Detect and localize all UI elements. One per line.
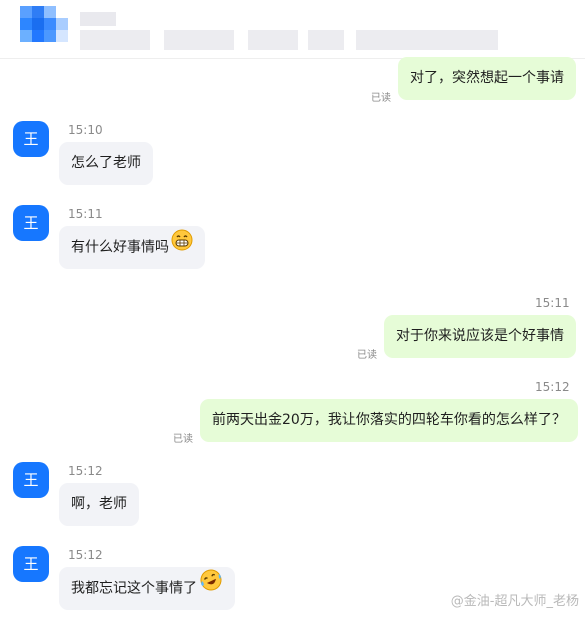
sender-avatar[interactable]: 王 (13, 121, 49, 157)
contact-info-blurred (164, 30, 234, 50)
watermark: @金油-超凡大师_老杨 (450, 594, 579, 609)
contact-info-blurred (248, 30, 298, 50)
message-bubble-incoming[interactable]: 我都忘记这个事情了 (59, 567, 235, 610)
read-status: 已读 (173, 434, 193, 445)
contact-name-blurred (80, 12, 116, 26)
message-bubble-incoming[interactable]: 有什么好事情吗 (59, 226, 205, 269)
message-bubble-outgoing[interactable]: 对了，突然想起一个事请 (398, 57, 576, 100)
chat-header (0, 0, 585, 59)
contact-info-blurred (356, 30, 498, 50)
message-bubble-outgoing[interactable]: 前两天出金20万，我让你落实的四轮车你看的怎么样了？ (200, 399, 578, 442)
message-text: 我都忘记这个事情了 (71, 580, 197, 597)
rofl-face-icon (199, 567, 223, 610)
message-time: 15:12 (68, 464, 103, 478)
message-time: 15:11 (535, 296, 570, 310)
message-bubble-incoming[interactable]: 啊，老师 (59, 483, 139, 526)
sender-avatar[interactable]: 王 (13, 205, 49, 241)
contact-info-blurred (80, 30, 150, 50)
sender-avatar[interactable]: 王 (13, 462, 49, 498)
message-bubble-incoming[interactable]: 怎么了老师 (59, 142, 153, 185)
read-status: 已读 (371, 93, 391, 104)
message-time: 15:10 (68, 123, 103, 137)
grinning-face-icon (171, 226, 193, 269)
message-time: 15:12 (535, 380, 570, 394)
message-text: 有什么好事情吗 (71, 239, 169, 256)
message-time: 15:12 (68, 548, 103, 562)
sender-avatar[interactable]: 王 (13, 546, 49, 582)
contact-avatar-blurred[interactable] (20, 6, 68, 50)
message-bubble-outgoing[interactable]: 对于你来说应该是个好事情 (384, 315, 576, 358)
read-status: 已读 (357, 350, 377, 361)
message-time: 15:11 (68, 207, 103, 221)
contact-info-blurred (308, 30, 344, 50)
